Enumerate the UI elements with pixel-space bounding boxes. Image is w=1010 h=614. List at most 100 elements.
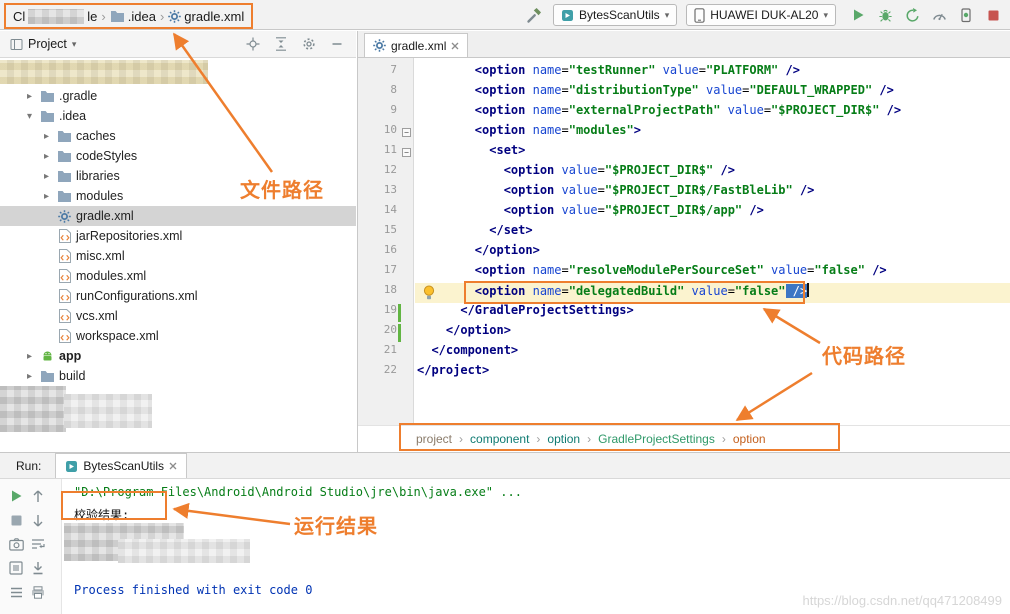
folder-icon bbox=[110, 10, 125, 23]
line-number: 19 bbox=[384, 303, 397, 316]
soft-wrap-icon[interactable] bbox=[29, 535, 47, 553]
code-line-16[interactable]: </option> bbox=[415, 243, 1010, 263]
minus-icon[interactable] bbox=[328, 35, 346, 53]
tree-item-jarRepositories-xml[interactable]: jarRepositories.xml bbox=[0, 226, 356, 246]
stop-icon[interactable] bbox=[984, 6, 1002, 24]
down-stack-icon[interactable] bbox=[29, 511, 47, 529]
stop-disabled-icon[interactable] bbox=[7, 511, 25, 529]
layout-inspector-icon[interactable] bbox=[7, 559, 25, 577]
chevron-down-icon[interactable]: ▾ bbox=[23, 111, 36, 122]
close-tab-icon[interactable] bbox=[451, 42, 459, 50]
tree-item-vcs-xml[interactable]: vcs.xml bbox=[0, 306, 356, 326]
folder-icon bbox=[39, 90, 56, 103]
debug-bug-icon[interactable] bbox=[876, 6, 894, 24]
tree-item-misc-xml[interactable]: misc.xml bbox=[0, 246, 356, 266]
breadcrumb-option[interactable]: option bbox=[733, 432, 766, 446]
tree-item-label: libraries bbox=[76, 166, 120, 186]
code-line-9[interactable]: <option name="externalProjectPath" value… bbox=[415, 103, 1010, 123]
apply-changes-icon[interactable] bbox=[903, 6, 921, 24]
code-line-11[interactable]: <set> bbox=[415, 143, 1010, 163]
code-line-20[interactable]: </option> bbox=[415, 323, 1010, 343]
gutter-line-10: 10− bbox=[358, 123, 413, 143]
tree-item-gradle-xml[interactable]: gradle.xml bbox=[0, 206, 356, 226]
tree-item-workspace-xml[interactable]: workspace.xml bbox=[0, 326, 356, 346]
chevron-right-icon[interactable]: ▸ bbox=[40, 191, 53, 202]
project-name-prefix[interactable]: Cl bbox=[13, 9, 25, 24]
line-number: 13 bbox=[384, 183, 397, 196]
chevron-right-icon[interactable]: ▸ bbox=[23, 91, 36, 102]
tree-item-runConfigurations-xml[interactable]: runConfigurations.xml bbox=[0, 286, 356, 306]
code-line-14[interactable]: <option value="$PROJECT_DIR$/app" /> bbox=[415, 203, 1010, 223]
build-hammer-icon[interactable] bbox=[526, 6, 544, 24]
device-selector[interactable]: HUAWEI DUK-AL20 ▾ bbox=[686, 4, 836, 26]
line-number: 21 bbox=[384, 343, 397, 356]
breadcrumb-file[interactable]: gradle.xml bbox=[184, 9, 244, 24]
chevron-right-icon[interactable]: ▸ bbox=[40, 171, 53, 182]
tree-item-modules-xml[interactable]: modules.xml bbox=[0, 266, 356, 286]
code-line-17[interactable]: <option name="resolveModulePerSourceSet"… bbox=[415, 263, 1010, 283]
code-line-18[interactable]: <option name="delegatedBuild" value="fal… bbox=[415, 283, 1010, 303]
fold-icon[interactable]: − bbox=[402, 148, 411, 157]
chevron-right-icon[interactable]: ▸ bbox=[23, 351, 36, 362]
line-number: 15 bbox=[384, 223, 397, 236]
tree-item-libraries[interactable]: ▸ libraries bbox=[0, 166, 356, 186]
breadcrumb-separator: › bbox=[159, 9, 165, 24]
code-line-8[interactable]: <option name="distributionType" value="D… bbox=[415, 83, 1010, 103]
scroll-end-icon[interactable] bbox=[29, 559, 47, 577]
breadcrumb-project[interactable]: project bbox=[416, 432, 452, 446]
rerun-icon[interactable] bbox=[7, 487, 25, 505]
tree-item--gradle[interactable]: ▸.gradle bbox=[0, 86, 356, 106]
tree-item--idea[interactable]: ▾.idea bbox=[0, 106, 356, 126]
tree-item-modules[interactable]: ▸modules bbox=[0, 186, 356, 206]
gutter-line-15: 15 bbox=[358, 223, 413, 243]
project-tree: ▸.gradle▾.idea▸caches▸codeStyles▸librari… bbox=[0, 58, 356, 386]
code-line-10[interactable]: <option name="modules"> bbox=[415, 123, 1010, 143]
breadcrumb-separator: › bbox=[529, 432, 547, 446]
folder-icon bbox=[39, 110, 56, 123]
project-name-suffix[interactable]: le bbox=[87, 9, 97, 24]
gutter-line-11: 11− bbox=[358, 143, 413, 163]
tree-item-build[interactable]: ▸build bbox=[0, 366, 356, 386]
code-area[interactable]: <option name="testRunner" value="PLATFOR… bbox=[415, 58, 1010, 425]
code-line-22[interactable]: </project> bbox=[415, 363, 1010, 383]
breadcrumb-component[interactable]: component bbox=[470, 432, 529, 446]
gear-icon[interactable] bbox=[300, 35, 318, 53]
fold-icon[interactable]: − bbox=[402, 128, 411, 137]
up-stack-icon[interactable] bbox=[29, 487, 47, 505]
run-tab-bytesscanutils[interactable]: BytesScanUtils bbox=[55, 453, 187, 478]
project-panel-title[interactable]: Project bbox=[28, 37, 67, 51]
locate-icon[interactable] bbox=[244, 35, 262, 53]
screenshot-icon[interactable] bbox=[7, 535, 25, 553]
breadcrumb-idea-folder[interactable]: .idea bbox=[128, 9, 156, 24]
tree-item-app[interactable]: ▸app bbox=[0, 346, 356, 366]
chevron-right-icon[interactable]: ▸ bbox=[40, 151, 53, 162]
run-config-selector[interactable]: BytesScanUtils ▾ bbox=[553, 4, 677, 26]
gutter-line-9: 9 bbox=[358, 103, 413, 123]
intention-bulb-icon[interactable] bbox=[423, 285, 435, 303]
chevron-down-icon[interactable]: ▾ bbox=[72, 39, 77, 50]
folder-icon bbox=[56, 130, 73, 143]
tree-item-codeStyles[interactable]: ▸codeStyles bbox=[0, 146, 356, 166]
code-line-7[interactable]: <option name="testRunner" value="PLATFOR… bbox=[415, 63, 1010, 83]
project-panel-icon bbox=[10, 38, 23, 51]
attach-debugger-icon[interactable] bbox=[957, 6, 975, 24]
chevron-right-icon[interactable]: ▸ bbox=[23, 371, 36, 382]
print-icon[interactable] bbox=[29, 583, 47, 601]
code-line-13[interactable]: <option value="$PROJECT_DIR$/FastBleLib"… bbox=[415, 183, 1010, 203]
run-play-icon[interactable] bbox=[849, 6, 867, 24]
code-line-21[interactable]: </component> bbox=[415, 343, 1010, 363]
menu-icon[interactable] bbox=[7, 583, 25, 601]
editor-breadcrumbs-bar: project›component›option›GradleProjectSe… bbox=[358, 425, 1010, 452]
code-line-12[interactable]: <option value="$PROJECT_DIR$" /> bbox=[415, 163, 1010, 183]
breadcrumb-option[interactable]: option bbox=[547, 432, 580, 446]
profiler-icon[interactable] bbox=[930, 6, 948, 24]
tree-item-caches[interactable]: ▸caches bbox=[0, 126, 356, 146]
chevron-right-icon[interactable]: ▸ bbox=[40, 131, 53, 142]
breadcrumb-separator: › bbox=[580, 432, 598, 446]
breadcrumb-GradleProjectSettings[interactable]: GradleProjectSettings bbox=[598, 432, 715, 446]
tab-gradle-xml[interactable]: gradle.xml bbox=[364, 33, 468, 57]
code-line-15[interactable]: </set> bbox=[415, 223, 1010, 243]
close-tab-icon[interactable] bbox=[169, 462, 177, 470]
collapse-all-icon[interactable] bbox=[272, 35, 290, 53]
code-line-19[interactable]: </GradleProjectSettings> bbox=[415, 303, 1010, 323]
